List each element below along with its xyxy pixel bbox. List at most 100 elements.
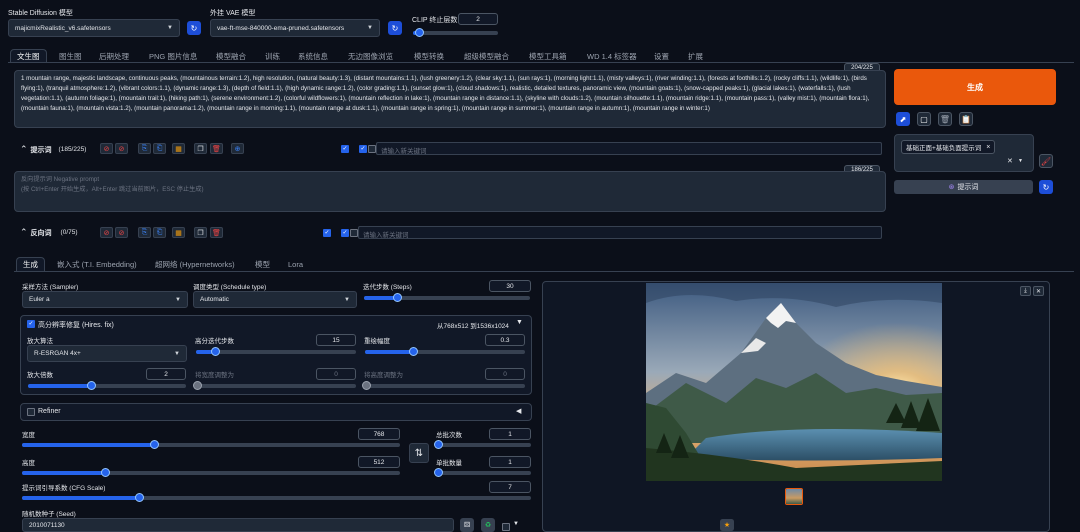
- main-tab[interactable]: 训练: [265, 49, 280, 63]
- slider-knob[interactable]: [134, 493, 144, 502]
- sampler-select[interactable]: Euler a ▼: [22, 291, 188, 308]
- delete-negative-button[interactable]: 🗑: [210, 227, 223, 238]
- main-tab[interactable]: 模型工具箱: [529, 49, 567, 63]
- history-negative-button[interactable]: ▦: [172, 227, 185, 238]
- favorite-prompt-button[interactable]: ❐: [194, 143, 207, 154]
- collapse-left-icon[interactable]: ◀: [516, 407, 521, 415]
- main-tab[interactable]: 模型融合: [216, 49, 246, 63]
- batch-count-input[interactable]: 1: [489, 428, 531, 440]
- hires-steps-slider[interactable]: [196, 347, 356, 356]
- remove-prompt-button[interactable]: ⊘: [115, 143, 128, 154]
- denoise-input[interactable]: 0.3: [485, 334, 525, 346]
- main-tab[interactable]: 模型转换: [414, 49, 444, 63]
- translate-prompt-button[interactable]: ⊕: [231, 143, 244, 154]
- batch-size-slider[interactable]: [434, 468, 531, 477]
- prompt-helper-button[interactable]: ⊛ 提示词: [894, 180, 1033, 194]
- delete-prompt-button[interactable]: 🗑: [210, 143, 223, 154]
- slider-knob[interactable]: [434, 440, 443, 449]
- steps-slider[interactable]: [364, 293, 530, 302]
- main-tab[interactable]: 文生图: [10, 49, 47, 63]
- keyword-toggle-checkbox[interactable]: [368, 145, 376, 153]
- negative-option-checkbox[interactable]: ✓: [323, 229, 331, 237]
- paste-negative-button[interactable]: ⎗: [153, 227, 166, 238]
- resize-width-input[interactable]: 0: [316, 368, 356, 380]
- reuse-seed-button[interactable]: ♻: [481, 518, 495, 532]
- clear-negative-button[interactable]: ⊘: [100, 227, 113, 238]
- collapse-down-icon[interactable]: ▼: [516, 319, 523, 326]
- edit-style-button[interactable]: 🖌: [1039, 154, 1053, 168]
- refresh-model-button[interactable]: ↻: [187, 21, 201, 35]
- generated-image[interactable]: [646, 283, 942, 481]
- main-tab[interactable]: PNG 图片信息: [149, 49, 197, 63]
- main-tab[interactable]: WD 1.4 标签器: [587, 49, 637, 63]
- download-icon[interactable]: ⤓: [1020, 286, 1031, 296]
- sub-tab[interactable]: 模型: [255, 257, 270, 271]
- cfg-input[interactable]: 7: [489, 481, 531, 493]
- keyword-checkbox[interactable]: ✓: [359, 145, 367, 153]
- refresh-vae-button[interactable]: ↻: [388, 21, 402, 35]
- slider-knob[interactable]: [415, 28, 425, 37]
- batch-size-input[interactable]: 1: [489, 456, 531, 468]
- copy-prompt-button[interactable]: ⎘: [138, 143, 151, 154]
- refiner-label[interactable]: Refiner: [38, 408, 61, 415]
- clear-styles-icon[interactable]: ✕: [1007, 157, 1013, 165]
- main-tab[interactable]: 超级模型融合: [464, 49, 509, 63]
- slider-knob[interactable]: [392, 293, 402, 302]
- main-tab[interactable]: 无边图像浏览: [348, 49, 393, 63]
- slider-knob[interactable]: [193, 381, 202, 390]
- keyword-checkbox[interactable]: ✓: [341, 229, 349, 237]
- seed-input[interactable]: 2010071130: [22, 518, 454, 532]
- slider-knob[interactable]: [100, 468, 110, 477]
- upscale-by-input[interactable]: 2: [146, 368, 186, 380]
- generate-button[interactable]: 生成: [894, 69, 1056, 105]
- batch-count-slider[interactable]: [434, 440, 531, 449]
- main-tab[interactable]: 系统信息: [298, 49, 328, 63]
- read-params-button[interactable]: ⬈: [896, 112, 910, 126]
- extra-seed-checkbox[interactable]: [502, 523, 510, 531]
- steps-input[interactable]: 30: [489, 280, 531, 292]
- chevron-down-icon[interactable]: ▼: [513, 521, 519, 527]
- schedule-select[interactable]: Automatic ▼: [193, 291, 357, 308]
- resize-height-slider[interactable]: [362, 381, 525, 390]
- main-tab[interactable]: 设置: [654, 49, 669, 63]
- paste-params-button[interactable]: ▢: [917, 112, 931, 126]
- slider-knob[interactable]: [149, 440, 159, 449]
- close-icon[interactable]: ✕: [1033, 286, 1044, 296]
- thumbnail[interactable]: [785, 488, 803, 505]
- hires-fix-label[interactable]: 高分辨率修复 (Hires. fix): [38, 320, 114, 330]
- height-slider[interactable]: [22, 468, 400, 477]
- refresh-styles-button[interactable]: ↻: [1039, 180, 1053, 194]
- prompt-textarea[interactable]: 1 mountain range, majestic landscape, co…: [14, 70, 886, 128]
- upscaler-select[interactable]: R-ESRGAN 4x+ ▼: [27, 345, 187, 362]
- sub-tab[interactable]: 超网络 (Hypernetworks): [155, 257, 235, 271]
- chevron-down-icon[interactable]: ▼: [1018, 158, 1023, 164]
- slider-knob[interactable]: [434, 468, 443, 477]
- slider-knob[interactable]: [86, 381, 96, 390]
- keyword-toggle-checkbox[interactable]: [350, 229, 358, 237]
- main-tab[interactable]: 扩展: [688, 49, 703, 63]
- swap-dimensions-button[interactable]: ⇅: [409, 443, 429, 463]
- slider-knob[interactable]: [408, 347, 418, 356]
- upscale-by-slider[interactable]: [28, 381, 186, 390]
- height-input[interactable]: 512: [358, 456, 400, 468]
- clear-prompt-button[interactable]: ⊘: [100, 143, 113, 154]
- resize-height-input[interactable]: 0: [485, 368, 525, 380]
- styles-dropdown[interactable]: 基础正面+基础负面提示词 × ✕ ▼: [894, 134, 1034, 172]
- close-icon[interactable]: ×: [986, 144, 990, 151]
- paste-prompt-button[interactable]: ⎗: [153, 143, 166, 154]
- random-seed-button[interactable]: ⚄: [460, 518, 474, 532]
- sub-tab[interactable]: 生成: [16, 257, 45, 271]
- remove-negative-button[interactable]: ⊘: [115, 227, 128, 238]
- sd-model-select[interactable]: majicmixRealistic_v6.safetensors ▼: [8, 19, 180, 37]
- sub-tab[interactable]: 嵌入式 (T.I. Embedding): [57, 257, 137, 271]
- favorite-negative-button[interactable]: ❐: [194, 227, 207, 238]
- prompt-option-checkbox[interactable]: ✓: [341, 145, 349, 153]
- cfg-slider[interactable]: [22, 493, 531, 502]
- hires-fix-checkbox[interactable]: ✓: [27, 320, 35, 328]
- refiner-checkbox[interactable]: [27, 408, 35, 416]
- sub-tab[interactable]: Lora: [288, 257, 303, 271]
- negative-keyword-input[interactable]: 请输入新关键词: [358, 226, 882, 239]
- denoise-slider[interactable]: [365, 347, 525, 356]
- negative-textarea[interactable]: 反向提示词 Negative prompt (按 Ctrl+Enter 开始生成…: [14, 171, 886, 212]
- prompt-toolbar-title[interactable]: ⌃ 提示词 (185/225): [20, 144, 86, 155]
